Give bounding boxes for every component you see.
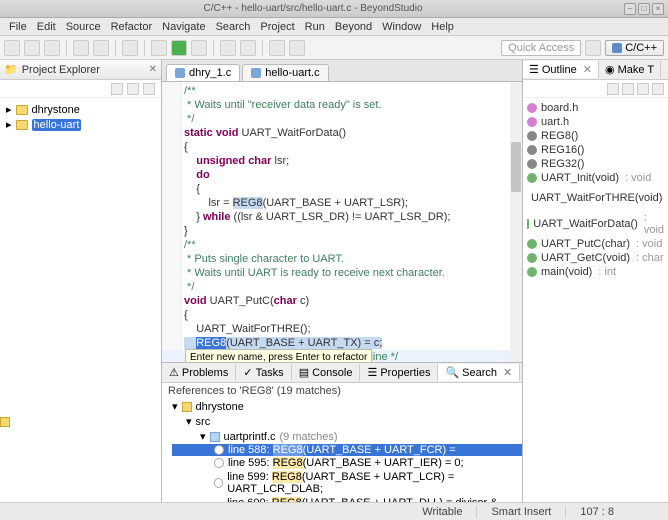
outline-item[interactable]: board.h bbox=[527, 101, 664, 115]
menu-navigate[interactable]: Navigate bbox=[157, 19, 210, 35]
search-match[interactable]: line 588: REG8(UART_BASE + UART_FCR) = bbox=[172, 444, 522, 456]
outline-item[interactable]: REG8() bbox=[527, 129, 664, 143]
outline-item[interactable]: main(void): int bbox=[527, 265, 664, 279]
nav-back-icon[interactable] bbox=[269, 40, 285, 56]
tab-make-targets[interactable]: ◉Make T bbox=[599, 61, 661, 78]
outline-item[interactable]: UART_WaitForTHRE(void): void bbox=[527, 185, 664, 211]
search-icon[interactable] bbox=[240, 40, 256, 56]
filter-icon[interactable] bbox=[622, 83, 634, 95]
editor-gutter[interactable] bbox=[162, 82, 182, 362]
project-explorer-title: Project Explorer bbox=[22, 64, 100, 76]
folder-icon bbox=[16, 105, 28, 115]
outline-item[interactable]: UART_GetC(void): char bbox=[527, 251, 664, 265]
tab-tasks[interactable]: ✓Tasks bbox=[236, 364, 291, 381]
open-type-icon[interactable] bbox=[220, 40, 236, 56]
main-area: 📁 Project Explorer ✕ ▸ dhrystone ▸ hello… bbox=[0, 60, 668, 502]
menu-run[interactable]: Run bbox=[300, 19, 330, 35]
rename-hint: Enter new name, press Enter to refactor bbox=[185, 349, 372, 362]
menu-search[interactable]: Search bbox=[211, 19, 256, 35]
folder-icon: 📁 bbox=[4, 63, 18, 76]
save-icon[interactable] bbox=[24, 40, 40, 56]
outline-item[interactable]: uart.h bbox=[527, 115, 664, 129]
outline-item[interactable]: UART_WaitForData(): void bbox=[527, 211, 664, 237]
folder-icon bbox=[16, 120, 28, 130]
statusbar: Writable Smart Insert 107 : 8 bbox=[0, 502, 668, 520]
debug-icon[interactable] bbox=[151, 40, 167, 56]
outline-view: ☰Outline✕ ◉Make T board.huart.hREG8()REG… bbox=[522, 60, 668, 502]
search-results[interactable]: References to 'REG8' (19 matches) ▾dhrys… bbox=[162, 383, 522, 502]
outline-item[interactable]: REG32() bbox=[527, 157, 664, 171]
status-cursor-pos: 107 : 8 bbox=[565, 506, 628, 518]
window-title: C/C++ - hello-uart/src/hello-uart.c - Be… bbox=[4, 3, 622, 14]
project-explorer-view: 📁 Project Explorer ✕ ▸ dhrystone ▸ hello… bbox=[0, 60, 162, 502]
menu-source[interactable]: Source bbox=[61, 19, 106, 35]
search-project[interactable]: ▾dhrystone bbox=[172, 399, 522, 414]
editor-tab[interactable]: dhry_1.c bbox=[166, 64, 240, 81]
perspective-cpp[interactable]: C/C++ bbox=[605, 40, 664, 56]
search-match[interactable]: line 595: REG8(UART_BASE + UART_IER) = 0… bbox=[172, 456, 522, 470]
outline-item[interactable]: UART_Init(void): void bbox=[527, 171, 664, 185]
run-icon[interactable] bbox=[171, 40, 187, 56]
search-file[interactable]: ▾uartprintf.c (9 matches) bbox=[172, 429, 522, 444]
code-editor[interactable]: /** * Waits until "receiver data ready" … bbox=[162, 82, 522, 362]
perspective-switcher-icon[interactable] bbox=[585, 40, 601, 56]
view-menu-icon[interactable] bbox=[652, 83, 664, 95]
tab-outline[interactable]: ☰Outline✕ bbox=[523, 61, 599, 78]
minimize-button[interactable]: – bbox=[624, 3, 636, 15]
close-button[interactable]: × bbox=[652, 3, 664, 15]
status-writable: Writable bbox=[408, 506, 476, 518]
quick-access-input[interactable]: Quick Access bbox=[501, 40, 581, 56]
project-item[interactable]: ▸ dhrystone bbox=[6, 102, 155, 117]
menubar: File Edit Source Refactor Navigate Searc… bbox=[0, 18, 668, 36]
titlebar: C/C++ - hello-uart/src/hello-uart.c - Be… bbox=[0, 0, 668, 18]
project-item[interactable]: ▸ hello-uart bbox=[6, 117, 155, 132]
hide-fields-icon[interactable] bbox=[637, 83, 649, 95]
search-match[interactable]: line 599: REG8(UART_BASE + UART_LCR) = U… bbox=[172, 470, 522, 496]
nav-forward-icon[interactable] bbox=[289, 40, 305, 56]
close-icon[interactable]: ✕ bbox=[503, 366, 512, 379]
menu-project[interactable]: Project bbox=[255, 19, 299, 35]
outline-list[interactable]: board.huart.hREG8()REG16()REG32()UART_In… bbox=[523, 98, 668, 282]
target-icon[interactable] bbox=[122, 40, 138, 56]
editor-tab[interactable]: hello-uart.c bbox=[242, 64, 328, 81]
tab-problems[interactable]: ⚠Problems bbox=[162, 364, 236, 381]
search-header: References to 'REG8' (19 matches) bbox=[162, 383, 522, 399]
tab-console[interactable]: ▤Console bbox=[292, 364, 361, 381]
search-folder[interactable]: ▾src bbox=[172, 414, 522, 429]
tab-properties[interactable]: ☰Properties bbox=[360, 364, 438, 381]
editor-scrollbar[interactable] bbox=[510, 82, 522, 362]
outline-item[interactable]: UART_PutC(char): void bbox=[527, 237, 664, 251]
profile-icon[interactable] bbox=[191, 40, 207, 56]
view-close-icon[interactable]: ✕ bbox=[149, 64, 157, 75]
link-editor-icon[interactable] bbox=[127, 83, 139, 95]
status-insert-mode: Smart Insert bbox=[476, 506, 565, 518]
tab-search[interactable]: 🔍Search✕ bbox=[438, 364, 520, 381]
new-icon[interactable] bbox=[4, 40, 20, 56]
build-all-icon[interactable] bbox=[93, 40, 109, 56]
menu-file[interactable]: File bbox=[4, 19, 32, 35]
maximize-button[interactable]: □ bbox=[638, 3, 650, 15]
c-file-icon bbox=[175, 68, 185, 78]
menu-window[interactable]: Window bbox=[377, 19, 426, 35]
main-toolbar: Quick Access C/C++ bbox=[0, 36, 668, 60]
bottom-pane: ⚠Problems ✓Tasks ▤Console ☰Properties 🔍S… bbox=[162, 362, 522, 502]
project-tree[interactable]: ▸ dhrystone ▸ hello-uart bbox=[0, 98, 161, 136]
c-file-icon bbox=[251, 68, 261, 78]
menu-edit[interactable]: Edit bbox=[32, 19, 61, 35]
menu-help[interactable]: Help bbox=[426, 19, 459, 35]
save-all-icon[interactable] bbox=[44, 40, 60, 56]
outline-item[interactable]: REG16() bbox=[527, 143, 664, 157]
menu-refactor[interactable]: Refactor bbox=[106, 19, 158, 35]
cpp-icon bbox=[612, 43, 622, 53]
sort-icon[interactable] bbox=[607, 83, 619, 95]
collapse-all-icon[interactable] bbox=[111, 83, 123, 95]
editor-area: dhry_1.c hello-uart.c /** * Waits until … bbox=[162, 60, 522, 502]
view-menu-icon[interactable] bbox=[143, 83, 155, 95]
menu-beyond[interactable]: Beyond bbox=[330, 19, 377, 35]
editor-tabs: dhry_1.c hello-uart.c bbox=[162, 60, 522, 82]
build-icon[interactable] bbox=[73, 40, 89, 56]
